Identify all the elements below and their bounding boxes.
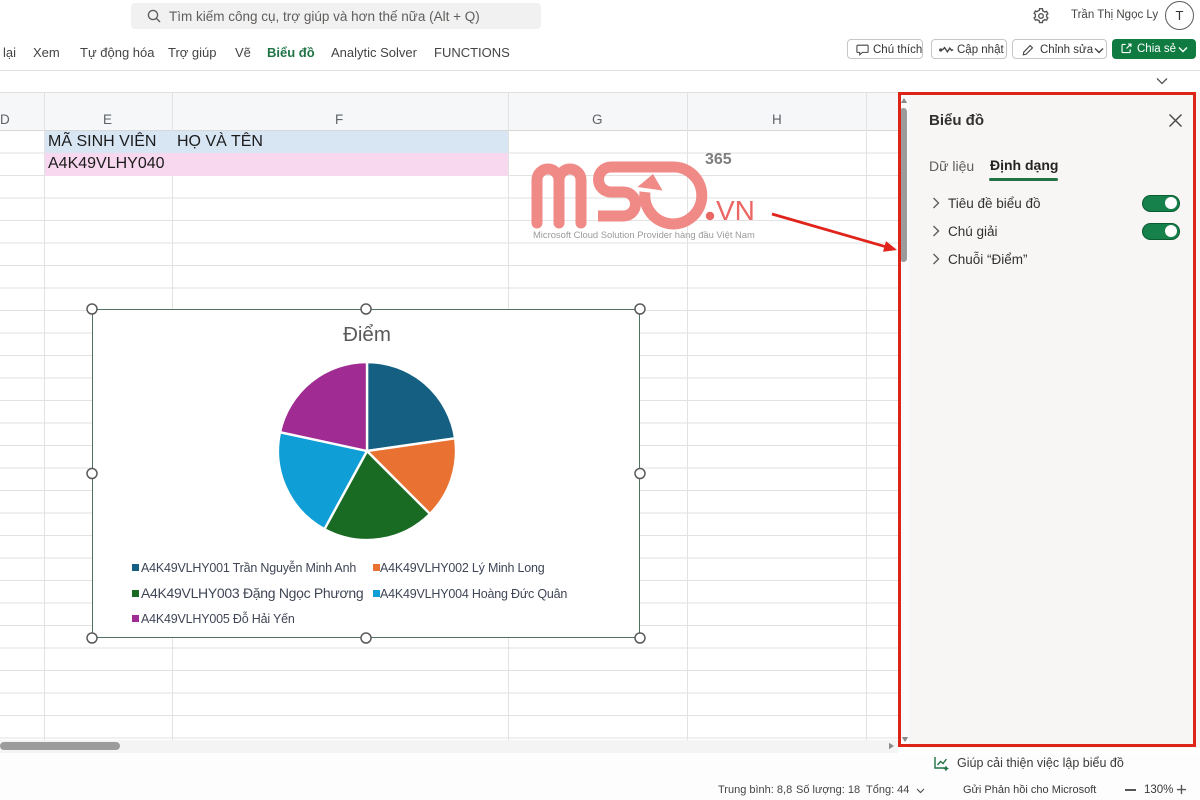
- svg-text:Microsoft Cloud Solution Provi: Microsoft Cloud Solution Provider hàng đ…: [533, 229, 755, 240]
- svg-text:VN: VN: [716, 195, 755, 226]
